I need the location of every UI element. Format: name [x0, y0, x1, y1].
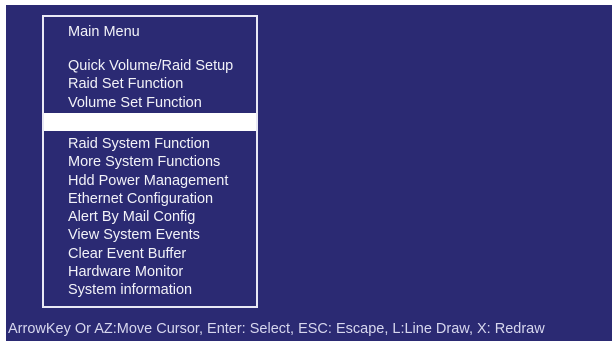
menu-title: Main Menu — [68, 24, 140, 40]
menu-item-hdd-power-management[interactable]: Hdd Power Management — [68, 172, 228, 190]
menu-item-hardware-monitor[interactable]: Hardware Monitor — [68, 263, 228, 281]
menu-item-view-system-events[interactable]: View System Events — [68, 226, 228, 244]
menu-item-raid-system-function[interactable]: Raid System Function — [68, 135, 228, 153]
status-bar: ArrowKey Or AZ:Move Cursor, Enter: Selec… — [6, 316, 612, 341]
menu-item-system-information[interactable]: System information — [68, 281, 228, 299]
menu-item-raid-set-function[interactable]: Raid Set Function — [68, 75, 233, 93]
menu-list-bottom: Raid System Function More System Functio… — [68, 135, 228, 300]
main-menu-box: Main Menu Quick Volume/Raid Setup Raid S… — [42, 15, 258, 308]
selected-menu-item-highlight[interactable] — [44, 113, 256, 131]
menu-item-volume-set-function[interactable]: Volume Set Function — [68, 94, 233, 112]
menu-list-top: Quick Volume/Raid Setup Raid Set Functio… — [68, 57, 233, 112]
menu-item-ethernet-configuration[interactable]: Ethernet Configuration — [68, 190, 228, 208]
key-help-text: ArrowKey Or AZ:Move Cursor, Enter: Selec… — [8, 321, 545, 337]
menu-item-clear-event-buffer[interactable]: Clear Event Buffer — [68, 245, 228, 263]
menu-item-alert-by-mail-config[interactable]: Alert By Mail Config — [68, 208, 228, 226]
menu-item-more-system-functions[interactable]: More System Functions — [68, 153, 228, 171]
bios-screen: Main Menu Quick Volume/Raid Setup Raid S… — [6, 5, 612, 341]
menu-item-quick-volume-raid-setup[interactable]: Quick Volume/Raid Setup — [68, 57, 233, 75]
